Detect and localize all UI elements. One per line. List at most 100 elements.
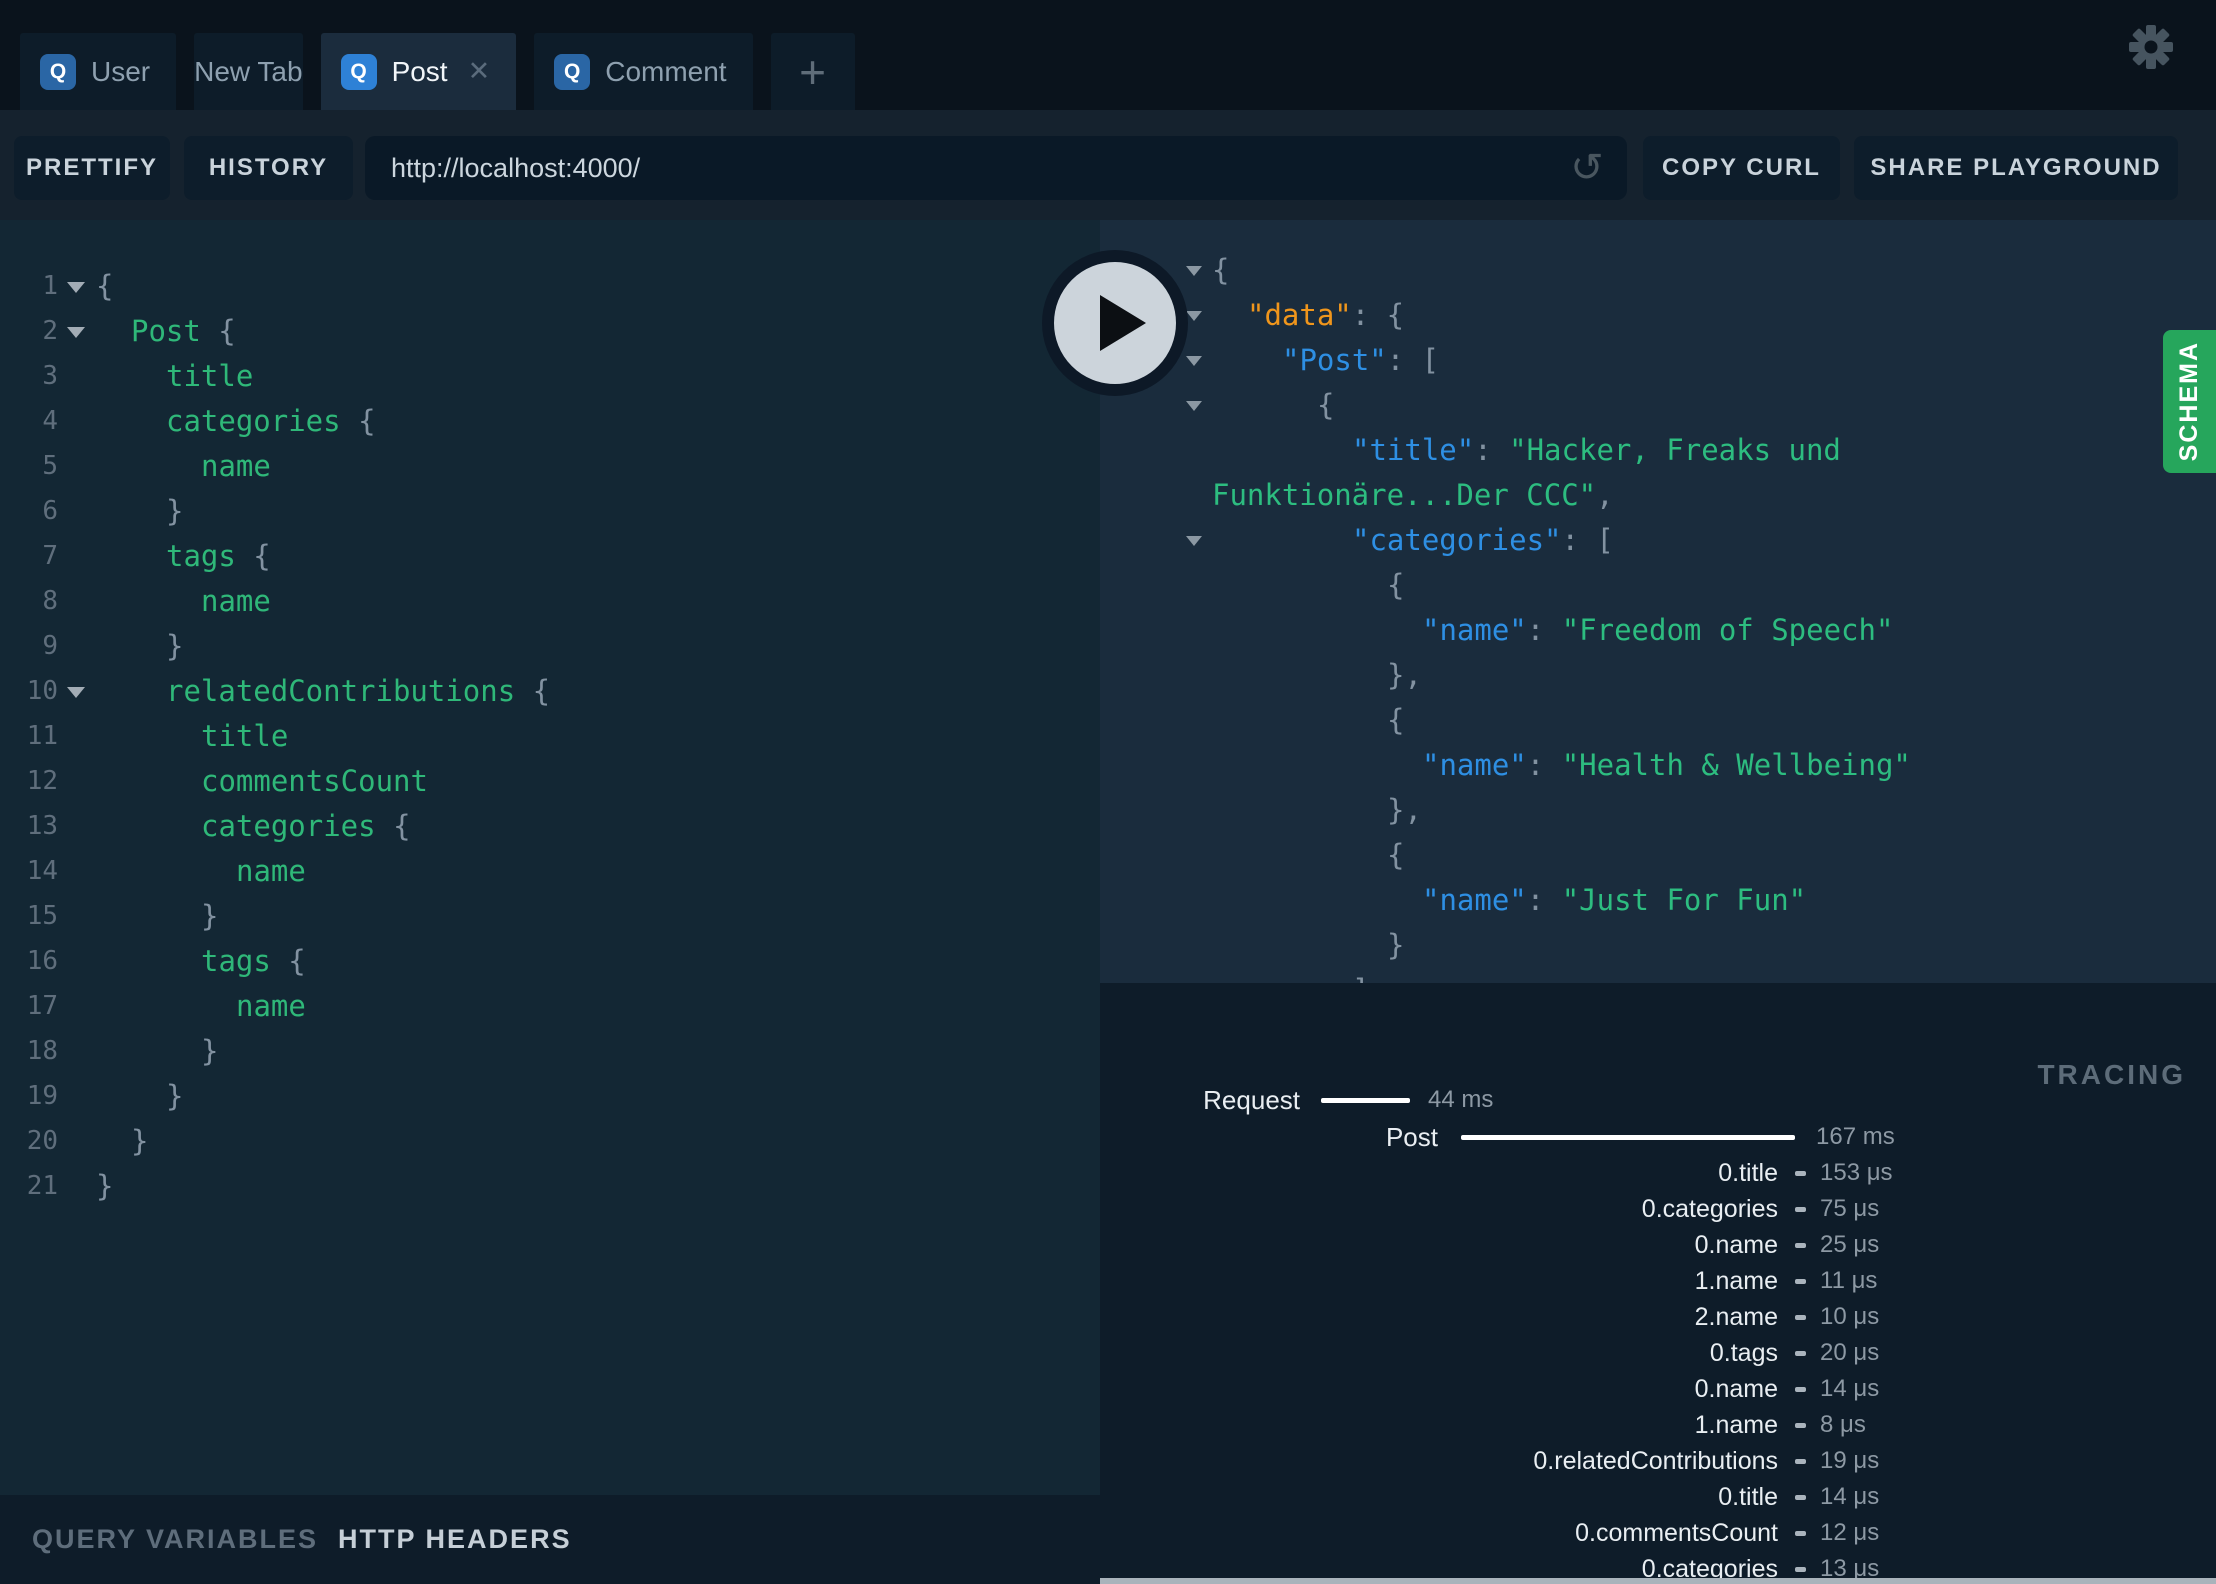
token: }, xyxy=(1387,793,1422,827)
execute-play-button[interactable] xyxy=(1042,250,1188,396)
response-text: ] xyxy=(1212,968,1369,983)
query-line[interactable]: 21} xyxy=(0,1164,1100,1209)
token: : { xyxy=(1351,298,1405,332)
query-line[interactable]: 18} xyxy=(0,1029,1100,1074)
collapse-gutter xyxy=(1100,788,1212,833)
token: commentsCount xyxy=(201,764,428,798)
tracing-label: 0.relatedContributions xyxy=(1533,1447,1778,1475)
query-variables-tab[interactable]: QUERY VARIABLES xyxy=(32,1524,318,1555)
line-number: 20 xyxy=(26,1126,58,1156)
tab-comment[interactable]: Q Comment xyxy=(534,33,753,110)
response-line: "name": "Freedom of Speech" xyxy=(1100,608,2216,653)
tab-label: Post xyxy=(391,55,448,87)
line-number: 5 xyxy=(42,451,58,481)
tracing-row: 1.name 11 μs xyxy=(1100,1263,2216,1299)
fold-gutter xyxy=(58,624,96,669)
tab-post[interactable]: Q Post ✕ xyxy=(320,33,517,110)
query-line[interactable]: 12 commentsCount xyxy=(0,759,1100,804)
token: name xyxy=(236,854,306,888)
query-line[interactable]: 15} xyxy=(0,894,1100,939)
response-line: { xyxy=(1100,698,2216,743)
tab-user[interactable]: Q User xyxy=(20,33,177,110)
code-text: } xyxy=(96,1164,113,1209)
tracing-value: 25 μs xyxy=(1820,1231,1880,1258)
query-line[interactable]: 1{ xyxy=(0,264,1100,309)
query-line[interactable]: 17 name xyxy=(0,984,1100,1029)
query-line[interactable]: 10 relatedContributions { xyxy=(0,669,1100,714)
tracing-bar xyxy=(1795,1171,1806,1176)
chevron-down-icon[interactable] xyxy=(1186,536,1202,546)
query-line[interactable]: 16 tags { xyxy=(0,939,1100,984)
tracing-bar xyxy=(1795,1387,1806,1392)
chevron-down-icon[interactable] xyxy=(1186,356,1202,366)
code-text: } xyxy=(96,1119,148,1164)
line-number: 8 xyxy=(42,586,58,616)
query-line[interactable]: 3 title xyxy=(0,354,1100,399)
token: } xyxy=(96,1169,114,1203)
token: { xyxy=(96,269,114,303)
code-text: } xyxy=(96,489,183,534)
tab-close-icon[interactable]: ✕ xyxy=(468,58,491,85)
collapse-gutter xyxy=(1100,518,1212,563)
query-line[interactable]: 8 name xyxy=(0,579,1100,624)
tracing-row: 0.title 153 μs xyxy=(1100,1155,2216,1191)
tracing-horizontal-scrollbar[interactable] xyxy=(1100,1578,2216,1584)
query-line[interactable]: 20} xyxy=(0,1119,1100,1164)
settings-gear-icon[interactable] xyxy=(2127,23,2175,71)
fold-gutter xyxy=(58,534,96,579)
endpoint-url-input[interactable] xyxy=(365,136,1627,200)
tab-new-tab[interactable]: New Tab xyxy=(194,33,303,110)
tracing-label: 0.title xyxy=(1718,1159,1778,1187)
fold-gutter xyxy=(58,309,96,354)
collapse-gutter xyxy=(1100,698,1212,743)
session-toolbar: PRETTIFY HISTORY ↺ COPY CURL SHARE PLAYG… xyxy=(0,110,2216,220)
token: name xyxy=(201,584,271,618)
query-line[interactable]: 7 tags { xyxy=(0,534,1100,579)
query-line[interactable]: 11 title xyxy=(0,714,1100,759)
token: { xyxy=(1212,253,1230,287)
query-line[interactable]: 2 Post { xyxy=(0,309,1100,354)
chevron-down-icon[interactable] xyxy=(1186,266,1202,276)
chevron-down-icon[interactable] xyxy=(1186,401,1202,411)
chevron-down-icon[interactable] xyxy=(1186,311,1202,321)
fold-gutter xyxy=(58,1074,96,1119)
share-playground-button[interactable]: SHARE PLAYGROUND xyxy=(1854,136,2178,200)
chevron-down-icon[interactable] xyxy=(67,282,85,293)
token: }, xyxy=(1387,658,1422,692)
chevron-down-icon[interactable] xyxy=(67,687,85,698)
token: "Post" xyxy=(1282,343,1387,377)
new-tab-button[interactable]: + xyxy=(770,33,855,110)
refresh-schema-icon[interactable]: ↺ xyxy=(1565,146,1609,190)
history-button[interactable]: HISTORY xyxy=(184,136,353,200)
query-line[interactable]: 14 name xyxy=(0,849,1100,894)
query-line[interactable]: 19} xyxy=(0,1074,1100,1119)
query-editor[interactable]: 1{2 Post {3 title 4 categories {5 name 6} 7 tags… xyxy=(0,220,1100,1495)
response-line: { xyxy=(1100,248,2216,293)
tracing-label: 0.commentsCount xyxy=(1575,1519,1778,1547)
code-text: } xyxy=(96,1029,218,1074)
code-text: name xyxy=(96,579,271,624)
prettify-button[interactable]: PRETTIFY xyxy=(14,136,170,200)
token: } xyxy=(201,1034,219,1068)
query-line[interactable]: 13 categories { xyxy=(0,804,1100,849)
response-text: "name": "Freedom of Speech" xyxy=(1212,608,1893,653)
code-text: } xyxy=(96,1074,183,1119)
query-line[interactable]: 9} xyxy=(0,624,1100,669)
token: "data" xyxy=(1247,298,1352,332)
query-line[interactable]: 4 categories { xyxy=(0,399,1100,444)
chevron-down-icon[interactable] xyxy=(67,327,85,338)
collapse-gutter xyxy=(1100,968,1212,983)
endpoint-url-wrap: ↺ xyxy=(365,136,1627,200)
token: { xyxy=(375,809,411,843)
token: } xyxy=(166,494,184,528)
query-line[interactable]: 5 name xyxy=(0,444,1100,489)
line-number: 13 xyxy=(26,811,58,841)
copy-curl-button[interactable]: COPY CURL xyxy=(1643,136,1840,200)
http-headers-tab[interactable]: HTTP HEADERS xyxy=(338,1524,572,1555)
schema-side-tab[interactable]: SCHEMA xyxy=(2163,330,2216,473)
tracing-bar xyxy=(1795,1315,1806,1320)
fold-gutter xyxy=(58,849,96,894)
tracing-row: 1.name 8 μs xyxy=(1100,1407,2216,1443)
query-badge-icon: Q xyxy=(40,53,76,90)
query-line[interactable]: 6} xyxy=(0,489,1100,534)
